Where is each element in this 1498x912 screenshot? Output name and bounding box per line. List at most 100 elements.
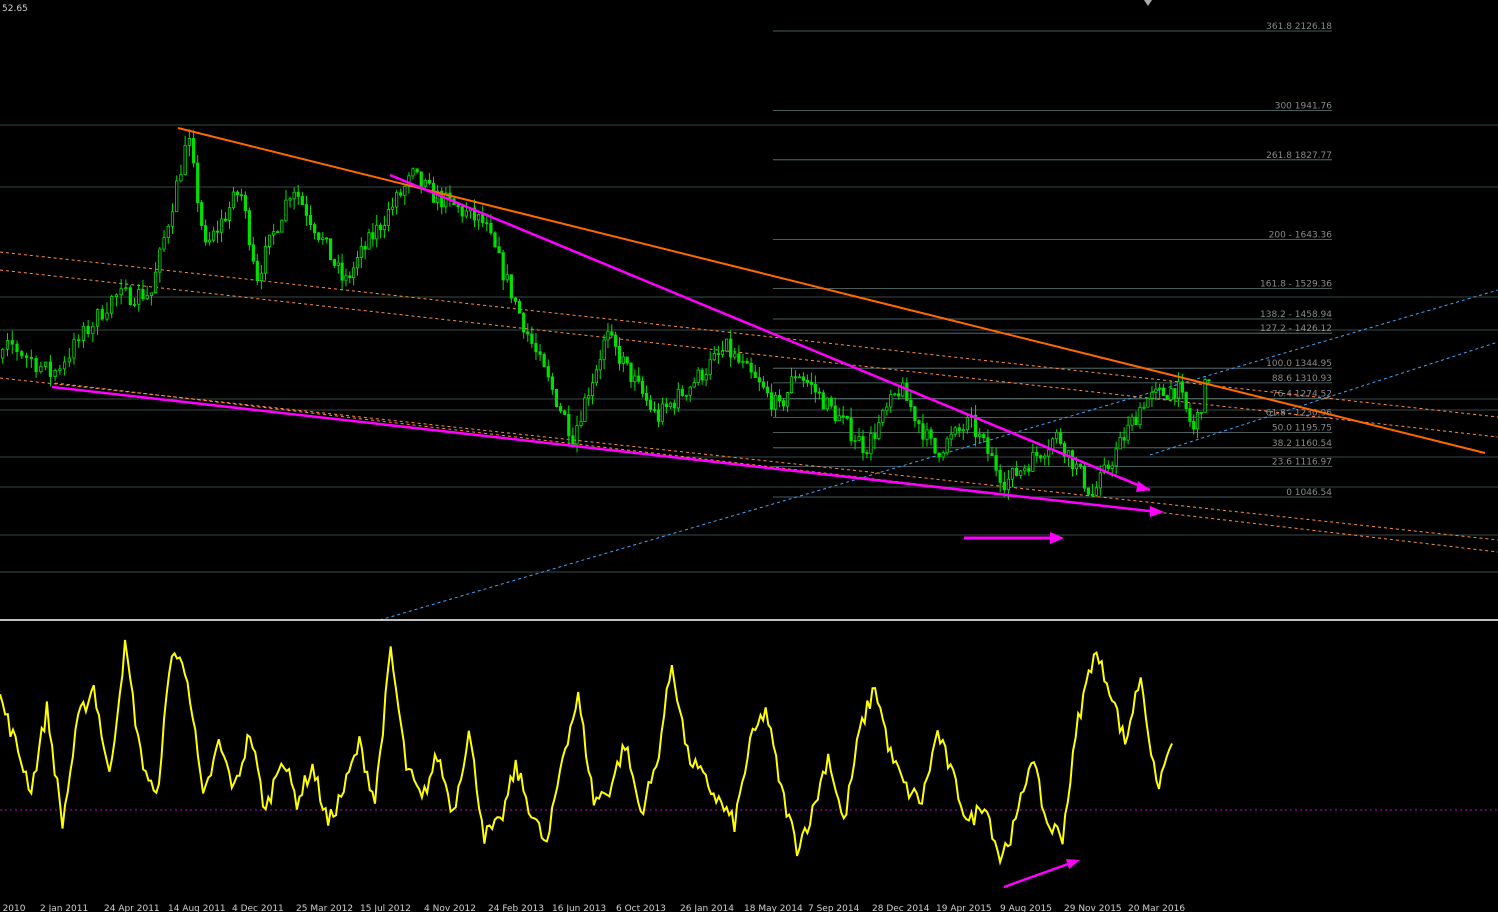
candle-body	[712, 353, 716, 361]
candle-body	[849, 417, 853, 441]
candle-body	[1090, 493, 1094, 496]
candle-body	[598, 359, 602, 371]
candle-body	[464, 210, 468, 217]
candle-body	[477, 214, 481, 221]
x-tick-label: 25 Mar 2012	[296, 904, 353, 912]
fib-label: 138.2 - 1458.94	[1260, 310, 1332, 320]
candle-body	[375, 224, 379, 240]
top-price-label: 52.65	[2, 4, 28, 14]
candle-body	[170, 211, 175, 227]
candle-body	[1110, 465, 1114, 469]
candle-body	[62, 361, 67, 370]
candle-body	[423, 179, 427, 187]
fib-label: 361.8 2126.18	[1266, 22, 1332, 32]
candle-body	[522, 312, 526, 333]
candle-body	[716, 353, 720, 355]
candle-body	[308, 215, 313, 225]
candle-body	[554, 388, 559, 407]
candle-body	[67, 357, 71, 363]
candle-body	[571, 435, 575, 445]
candle-body	[124, 287, 128, 290]
candle-body	[1173, 388, 1177, 399]
candle-body	[753, 371, 757, 378]
candle-body	[737, 353, 741, 363]
candle-body	[321, 237, 325, 240]
candle-body	[77, 339, 81, 342]
candle-body	[770, 392, 774, 410]
candle-body	[575, 425, 579, 445]
candle-body	[255, 260, 259, 281]
candle-body	[648, 399, 653, 410]
candle-body	[676, 388, 680, 409]
candle-body	[881, 409, 885, 423]
candle-body	[610, 331, 614, 336]
candle-body	[909, 400, 913, 408]
candle-body	[688, 386, 692, 396]
candle-body	[1138, 407, 1142, 425]
candle-body	[587, 395, 591, 399]
candle-body	[24, 355, 29, 358]
candle-body	[534, 343, 538, 353]
candle-body	[263, 245, 268, 274]
candle-body	[805, 379, 809, 383]
candle-body	[1142, 406, 1146, 409]
candle-body	[166, 225, 170, 238]
candle-body	[493, 232, 497, 248]
candle-body	[114, 294, 119, 297]
fib-label: 261.8 1827.77	[1266, 151, 1332, 161]
candle-body	[304, 204, 309, 216]
candle-body	[367, 232, 371, 250]
candle-body	[1043, 455, 1047, 459]
candle-body	[1195, 412, 1200, 430]
candle-body	[427, 179, 432, 184]
candle-body	[921, 423, 925, 440]
candle-body	[594, 369, 599, 384]
candle-body	[990, 453, 994, 456]
x-tick-label: 4 Dec 2011	[232, 904, 284, 912]
candle-body	[1, 348, 5, 359]
candle-body	[1070, 450, 1075, 470]
candle-body	[986, 437, 990, 454]
candle-body	[1158, 387, 1162, 390]
candle-body	[1035, 451, 1039, 457]
candle-body	[363, 245, 367, 250]
candle-body	[1039, 455, 1043, 459]
candle-body	[340, 262, 344, 281]
candle-body	[235, 191, 240, 196]
candle-body	[617, 346, 622, 364]
candle-body	[1078, 463, 1083, 467]
fib-label: 23.6 1116.97	[1272, 458, 1332, 468]
candle-body	[211, 230, 216, 241]
candle-body	[1074, 463, 1079, 470]
candle-body	[288, 198, 292, 201]
candle-body	[672, 402, 676, 409]
x-tick-label: 2 Jan 2011	[40, 904, 88, 912]
candle-body	[761, 381, 766, 388]
candle-body	[292, 191, 296, 200]
candle-body	[640, 380, 645, 394]
x-tick-label: 24 Apr 2011	[104, 904, 160, 912]
candle-body	[745, 360, 749, 364]
candle-body	[933, 437, 937, 454]
candle-body	[497, 246, 501, 254]
candle-body	[403, 185, 407, 196]
candle-body	[614, 334, 618, 347]
candle-body	[296, 191, 300, 197]
candle-body	[183, 145, 187, 176]
candle-body	[48, 361, 53, 377]
candle-body	[509, 274, 513, 299]
candle-body	[158, 248, 162, 273]
candle-body	[720, 350, 725, 355]
price-and-oscillator-chart[interactable]: 361.8 2126.18 300 1941.76 261.8 1827.77 200…	[0, 0, 1498, 912]
candle-body	[957, 427, 961, 431]
candle-body	[530, 333, 534, 344]
candle-body	[777, 394, 782, 402]
candle-body	[885, 406, 889, 411]
candle-body	[994, 455, 998, 471]
candle-body	[215, 230, 220, 233]
candle-body	[757, 377, 761, 383]
candle-body	[861, 436, 865, 453]
candle-body	[998, 469, 1002, 483]
candle-body	[1006, 478, 1011, 491]
candle-body	[5, 340, 10, 350]
